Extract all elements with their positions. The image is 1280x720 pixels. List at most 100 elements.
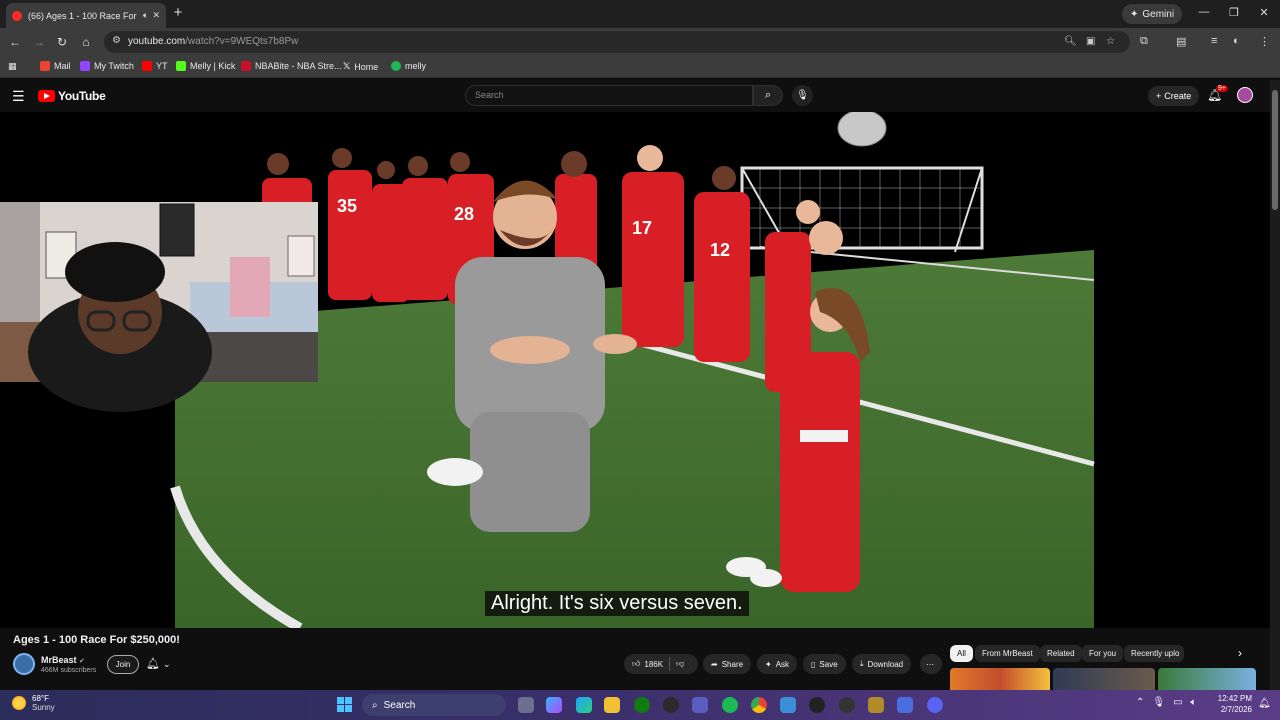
related-video-thumbnail[interactable] [950,668,1050,690]
media-player-icon[interactable] [809,697,825,713]
apps-grid-icon[interactable]: ▦ [8,61,17,72]
photos-icon[interactable] [780,697,796,713]
chip-from-mrbeast[interactable]: From MrBeast [975,645,1040,662]
app-icon[interactable] [897,697,913,713]
discord-icon[interactable] [927,697,943,713]
forward-arrow-icon[interactable]: → [31,34,47,50]
subscriber-count: 466M subscribers [41,667,97,674]
chevron-down-icon[interactable]: ⌄ [163,659,171,669]
gmail-icon [40,61,50,71]
related-video-thumbnail[interactable] [1053,668,1155,690]
hamburger-menu-icon[interactable]: ☰ [12,88,25,105]
bookmark-my-twitch[interactable]: My Twitch [80,61,134,71]
scrollbar-thumb[interactable] [1272,90,1278,210]
volume-icon[interactable]: 🔈︎ [1191,697,1197,708]
dislike-icon[interactable]: 👎︎ [676,659,684,669]
kick-icon [176,61,186,71]
join-button[interactable]: Join [107,655,139,674]
taskbar-clock[interactable]: 12:42 PM 2/7/2026 [1210,693,1252,715]
window-close-icon[interactable]: ✕ [1256,6,1272,19]
chip-for-you[interactable]: For you [1082,645,1124,662]
related-video-thumbnail[interactable] [1158,668,1256,690]
bookmark-star-icon[interactable]: ☆ [1106,36,1115,47]
bookmark-nbabite[interactable]: NBABite - NBA Stre... [241,61,342,71]
back-arrow-icon[interactable]: ← [7,34,23,50]
subscribed-bell-icon[interactable]: 🔔︎ ⌄ [146,657,171,670]
share-button[interactable]: ➦ Share [703,654,752,674]
youtube-logo[interactable]: YouTube [38,89,106,103]
app-icon[interactable] [868,697,884,713]
save-button[interactable]: ▯ Save [803,654,846,674]
ask-button[interactable]: ✦ Ask [757,654,798,674]
tab-close-icon[interactable]: ✕ [152,10,160,21]
share-icon: ➦ [711,659,718,669]
bookmark-melly-kick[interactable]: Melly | Kick [176,61,235,71]
microphone-icon[interactable]: 🎙︎ [792,85,813,106]
like-dislike-group: 👍︎ 186K 👎︎ [624,654,698,674]
chip-all[interactable]: All [950,645,973,662]
address-bar[interactable]: ⚙︎ youtube.com/watch?v=9WEQts7b8Pw 🔍︎ ▣ … [104,31,1130,53]
browser-toolbar: ← → ↻ ⌂ ⚙︎ youtube.com/watch?v=9WEQts7b8… [0,28,1280,56]
reload-icon[interactable]: ↻ [54,34,70,50]
microphone-icon[interactable]: 🎙︎ [1152,697,1165,708]
new-tab-button[interactable]: + [170,5,186,21]
bookmark-mail[interactable]: Mail [40,61,71,71]
nba-icon [241,61,251,71]
spotify-icon[interactable] [722,697,738,713]
cast-icon[interactable]: ▣ [1086,36,1095,47]
like-count[interactable]: 186K [644,660,663,669]
bookmark-icon: ▯ [811,659,816,669]
tab-search-icon[interactable]: ▤ [1176,35,1186,48]
bookmark-melly[interactable]: melly [391,61,426,71]
extensions-icon[interactable]: ⧉ [1140,35,1148,48]
windows-start-icon[interactable] [337,697,352,712]
channel-avatar[interactable] [13,653,35,675]
media-controls-icon[interactable]: ≡ [1211,35,1217,47]
download-button[interactable]: ⤓ Download [852,654,912,674]
chrome-icon[interactable] [751,697,767,713]
more-actions-icon[interactable]: ⋯ [920,654,942,674]
app-icon[interactable] [663,697,679,713]
plus-icon: + [1156,91,1162,101]
kebab-menu-icon[interactable]: ⋮ [1259,35,1270,48]
restore-icon[interactable]: ❐ [1226,6,1242,19]
twitch-icon [80,61,90,71]
gemini-button[interactable]: ✦ Gemini [1122,4,1183,24]
youtube-play-icon [38,90,55,102]
profile-icon[interactable]: ◐ [1233,35,1240,47]
video-player[interactable]: 35 28 17 12 Alright. It's six versus sev… [0,112,1270,628]
video-title: Ages 1 - 100 Race For $250,000! [13,634,180,646]
minimize-icon[interactable]: — [1196,6,1212,18]
chevron-up-icon[interactable]: ⌃ [1136,697,1144,708]
home-icon[interactable]: ⌂ [78,34,94,50]
weather-widget[interactable]: 68°F Sunny [12,694,55,712]
store-icon[interactable] [692,697,708,713]
browser-tab-active[interactable]: (66) Ages 1 - 100 Race For $ 🔈︎ ✕ [6,3,166,28]
file-explorer-icon[interactable] [604,697,620,713]
account-avatar[interactable] [1237,87,1253,103]
speaker-icon[interactable]: 🔈︎ [143,10,148,21]
chip-related[interactable]: Related [1040,645,1082,662]
chips-next-chevron-icon[interactable]: › [1238,646,1242,660]
channel-name[interactable]: MrBeast ✔ [41,655,85,665]
taskbar-search[interactable]: ⌕ Search [362,694,506,716]
network-icon[interactable]: ▭ [1173,697,1182,708]
bookmark-home[interactable]: 𝕏 Home [343,61,378,72]
copilot-icon[interactable] [546,697,562,713]
notification-count-badge: 9+ [1216,85,1228,92]
site-info-icon[interactable]: ⚙︎ [112,35,121,46]
app-icon[interactable] [839,697,855,713]
bookmark-yt[interactable]: YT [142,61,168,71]
xbox-icon[interactable] [634,697,650,713]
create-button[interactable]: + Create [1148,86,1200,106]
sparkle-icon: ✦ [765,659,772,669]
search-input[interactable]: Search [465,85,753,106]
svg-text:35: 35 [337,196,357,216]
edge-icon[interactable] [576,697,592,713]
zoom-icon[interactable]: 🔍︎ [1064,36,1077,47]
notification-center-icon[interactable]: 🔔︎ [1258,698,1271,709]
task-view-icon[interactable] [518,697,534,713]
chip-recently-uploaded[interactable]: Recently uplo [1124,645,1184,662]
like-icon[interactable]: 👍︎ [632,659,640,669]
search-icon[interactable]: ⌕ [753,85,783,106]
